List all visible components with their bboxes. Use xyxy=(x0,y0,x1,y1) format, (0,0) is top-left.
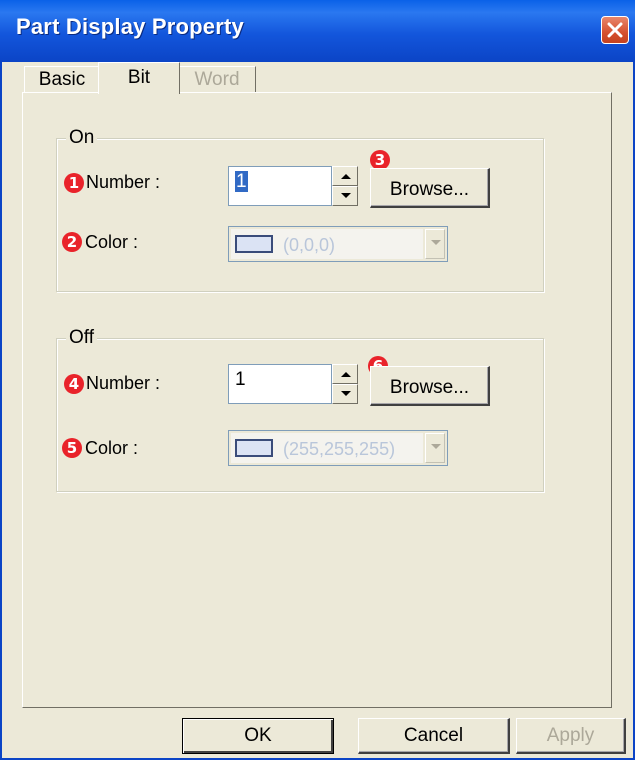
on-spin-down-button[interactable] xyxy=(332,186,358,206)
on-color-dropdown-arrow[interactable] xyxy=(425,229,445,259)
on-number-label: Number : xyxy=(86,172,161,192)
tab-basic[interactable]: Basic xyxy=(24,66,100,92)
arrow-up-icon xyxy=(341,372,351,377)
off-browse-button[interactable]: Browse... xyxy=(370,366,490,406)
off-group-legend: Off xyxy=(66,327,97,349)
on-color-field: (0,0,0) xyxy=(231,229,423,259)
window-title: Part Display Property xyxy=(16,14,244,39)
off-spin-down-button[interactable] xyxy=(332,384,358,404)
off-spin-up-button[interactable] xyxy=(332,364,358,384)
cancel-button[interactable]: Cancel xyxy=(358,718,510,754)
marker-1: 1 xyxy=(64,173,84,193)
off-color-swatch xyxy=(235,439,273,457)
off-color-value: (255,255,255) xyxy=(283,439,396,459)
on-browse-button[interactable]: Browse... xyxy=(370,168,490,208)
on-group-legend: On xyxy=(66,127,98,149)
close-button[interactable] xyxy=(601,16,629,44)
arrow-up-icon xyxy=(341,174,351,179)
on-color-dropdown[interactable]: (0,0,0) xyxy=(228,226,448,262)
chevron-down-icon xyxy=(431,444,441,449)
on-color-swatch xyxy=(235,235,273,253)
off-color-label: Color : xyxy=(85,438,139,458)
chevron-down-icon xyxy=(431,240,441,245)
tab-word[interactable]: Word xyxy=(178,66,256,92)
marker-5: 5 xyxy=(62,438,82,458)
ok-button[interactable]: OK xyxy=(182,718,334,754)
off-color-dropdown-arrow[interactable] xyxy=(425,433,445,463)
tab-bit[interactable]: Bit xyxy=(98,62,180,94)
arrow-down-icon xyxy=(341,193,351,198)
on-number-value: 1 xyxy=(235,171,248,192)
off-number-value: 1 xyxy=(235,369,246,390)
on-spin-up-button[interactable] xyxy=(332,166,358,186)
off-color-dropdown[interactable]: (255,255,255) xyxy=(228,430,448,466)
apply-button[interactable]: Apply xyxy=(516,718,626,754)
close-icon xyxy=(607,22,623,38)
marker-3: 3 xyxy=(370,150,390,170)
marker-2: 2 xyxy=(62,232,82,252)
on-color-label: Color : xyxy=(85,232,139,252)
off-number-input[interactable]: 1 xyxy=(228,364,332,404)
off-number-stepper[interactable] xyxy=(332,364,358,404)
off-color-field: (255,255,255) xyxy=(231,433,423,463)
arrow-down-icon xyxy=(341,391,351,396)
marker-4: 4 xyxy=(64,374,84,394)
off-number-label: Number : xyxy=(86,373,161,393)
on-number-stepper[interactable] xyxy=(332,166,358,206)
on-number-input[interactable]: 1 xyxy=(228,166,332,206)
on-color-value: (0,0,0) xyxy=(283,235,336,255)
